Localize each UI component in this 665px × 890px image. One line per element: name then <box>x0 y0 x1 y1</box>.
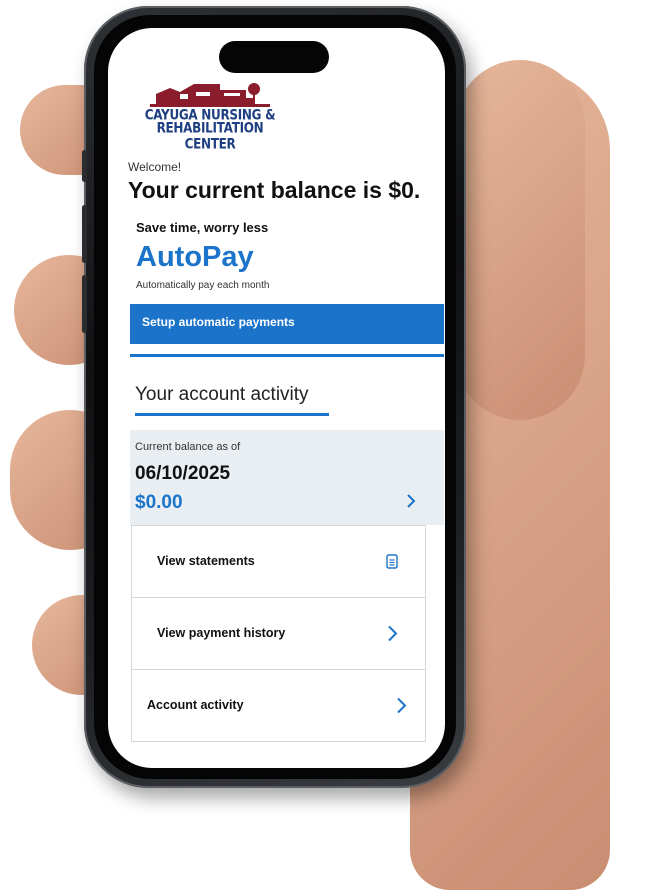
autopay-tagline: Save time, worry less <box>136 220 269 235</box>
setup-autopay-button[interactable]: Setup automatic payments <box>130 304 444 344</box>
side-button <box>82 150 87 182</box>
thumb <box>455 60 585 420</box>
building-icon <box>150 83 270 107</box>
heading-underline <box>135 413 329 416</box>
chevron-right-icon <box>397 697 407 714</box>
balance-amount: $0.00 <box>135 492 183 513</box>
current-balance-heading: Your current balance is $0. <box>128 177 421 203</box>
chevron-right-icon <box>407 494 416 508</box>
hand-holding-phone-photo: CAYUGA NURSING & REHABILITATION CENTER W… <box>0 0 665 890</box>
account-activity-heading: Your account activity <box>135 384 309 405</box>
menu-item-label: View statements <box>157 554 255 568</box>
phone-screen: CAYUGA NURSING & REHABILITATION CENTER W… <box>108 28 445 768</box>
view-statements-item[interactable]: View statements <box>132 525 425 597</box>
brand-name-line2: REHABILITATION CENTER <box>156 119 264 153</box>
balance-as-of-label: Current balance as of <box>135 441 241 453</box>
dynamic-island <box>219 41 329 73</box>
side-button <box>82 275 87 333</box>
autopay-title: AutoPay <box>136 241 254 273</box>
document-icon <box>386 554 398 569</box>
current-balance-card[interactable]: Current balance as of 06/10/2025 $0.00 <box>130 430 444 525</box>
welcome-text: Welcome! <box>128 160 182 174</box>
autopay-subtitle: Automatically pay each month <box>136 280 270 291</box>
chevron-right-icon <box>388 625 398 642</box>
account-menu-list: View statements View payment history Acc… <box>131 525 426 742</box>
brand-logo: CAYUGA NURSING & REHABILITATION CENTER <box>130 78 290 153</box>
section-divider <box>130 354 444 357</box>
menu-item-label: View payment history <box>157 626 286 640</box>
view-payment-history-item[interactable]: View payment history <box>132 597 425 669</box>
side-button <box>82 205 87 263</box>
balance-date: 06/10/2025 <box>135 463 231 484</box>
account-activity-item[interactable]: Account activity <box>132 669 425 741</box>
menu-item-label: Account activity <box>147 698 244 712</box>
